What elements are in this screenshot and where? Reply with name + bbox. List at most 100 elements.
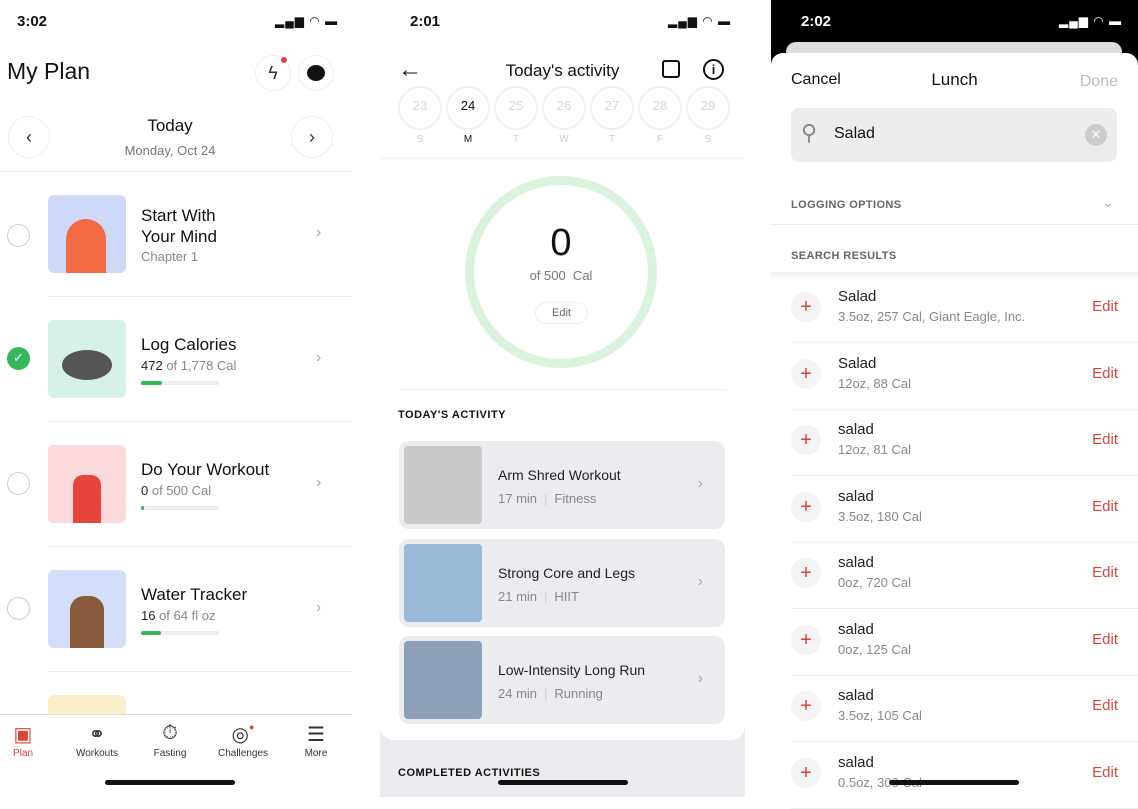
stopwatch-icon: ⏱: [162, 722, 178, 744]
plan-item-water[interactable]: Water Tracker 16 of 64 fl oz ›: [0, 547, 352, 672]
food-name: salad: [838, 487, 874, 505]
search-result[interactable]: + salad 0oz, 720 Cal Edit: [771, 543, 1138, 609]
search-result[interactable]: + salad 0oz, 125 Cal Edit: [771, 610, 1138, 676]
activity-thumbnail: [404, 543, 482, 622]
calendar-icon[interactable]: [662, 60, 680, 78]
edit-button[interactable]: Edit: [1092, 498, 1118, 515]
activity-card[interactable]: Arm Shred Workout 17 min | Fitness ›: [399, 441, 725, 529]
activity-type: Running: [554, 686, 603, 701]
search-result[interactable]: + salad 3.5oz, 180 Cal Edit: [771, 477, 1138, 543]
plus-icon[interactable]: +: [791, 358, 821, 389]
item-subtitle: Chapter 1: [141, 249, 199, 264]
day-24[interactable]: 24: [446, 86, 490, 130]
tab-workouts[interactable]: ⚭ Workouts: [60, 722, 134, 759]
plan-item-workout[interactable]: Do Your Workout 0 of 500 Cal ›: [0, 422, 352, 547]
checkbox[interactable]: [7, 472, 30, 495]
plus-icon[interactable]: +: [791, 491, 821, 522]
item-subtitle: of 1,778 Cal: [162, 358, 237, 373]
day-27[interactable]: 27: [590, 86, 634, 130]
checkbox[interactable]: [7, 224, 30, 247]
plus-icon[interactable]: +: [791, 757, 821, 788]
chevron-down-icon[interactable]: ⌄: [1102, 194, 1114, 211]
lightning-button[interactable]: ϟ: [255, 55, 291, 91]
food-detail: 3.5oz, 257 Cal, Giant Eagle, Inc.: [838, 309, 1026, 324]
date-title: Today: [147, 116, 193, 135]
clear-icon[interactable]: ✕: [1085, 124, 1107, 146]
edit-button[interactable]: Edit: [1092, 564, 1118, 581]
activity-card[interactable]: Low-Intensity Long Run 24 min | Running ›: [399, 636, 725, 724]
day-28[interactable]: 28: [638, 86, 682, 130]
food-name: salad: [838, 687, 874, 704]
ring-value: 0: [550, 222, 572, 264]
my-plan-screen: 3:02 ▂▄▆ ◠ ▬ My Plan ϟ ‹ › Today Monday,…: [0, 0, 380, 797]
tab-label: Plan: [12, 748, 33, 759]
search-input[interactable]: ⚲ Salad ✕: [791, 108, 1117, 162]
progress-bar: [141, 631, 219, 635]
done-button[interactable]: Done: [1080, 73, 1118, 91]
workout-thumbnail: [48, 445, 126, 523]
plus-icon[interactable]: +: [791, 425, 821, 455]
edit-goal-button[interactable]: Edit: [535, 302, 588, 324]
plan-item-calories[interactable]: ✓ Log Calories 472 of 1,778 Cal ›: [0, 297, 352, 422]
edit-button[interactable]: Edit: [1092, 431, 1118, 448]
food-name: Salad: [838, 354, 877, 372]
weekday-label: M: [463, 134, 473, 145]
search-result[interactable]: + salad 12oz, 81 Cal Edit: [771, 410, 1138, 476]
chevron-right-icon: ›: [697, 572, 703, 590]
edit-button[interactable]: Edit: [1092, 697, 1118, 714]
water-thumbnail: [48, 570, 126, 648]
day-29[interactable]: 29: [686, 86, 730, 130]
page-title: My Plan: [7, 58, 91, 84]
page-title: Today's activity: [505, 61, 620, 80]
info-icon[interactable]: i: [703, 59, 724, 80]
day-25[interactable]: 25: [494, 86, 538, 130]
chevron-right-icon: ›: [316, 224, 322, 241]
search-result[interactable]: + salad 3.5oz, 105 Cal Edit: [771, 676, 1138, 742]
back-button[interactable]: ←: [398, 56, 422, 84]
tab-label: Fasting: [153, 748, 187, 759]
activity-type: HIIT: [554, 588, 579, 604]
food-name: salad: [838, 620, 874, 638]
day-26[interactable]: 26: [542, 86, 586, 130]
tab-label: Workouts: [75, 748, 119, 759]
chat-icon: [307, 65, 325, 81]
search-result[interactable]: + Salad 12oz, 88 Cal Edit: [771, 344, 1138, 410]
plan-item-mind[interactable]: Start With Your Mind Chapter 1 ›: [0, 172, 352, 297]
checkbox[interactable]: [7, 597, 30, 620]
chat-button[interactable]: [298, 55, 334, 91]
item-title: Do Your Workout: [141, 460, 270, 479]
food-detail: 0oz, 125 Cal: [838, 641, 911, 657]
search-results-heading: SEARCH RESULTS: [791, 250, 897, 262]
chevron-right-icon: ›: [316, 474, 322, 491]
item-title-line2: Your Mind: [141, 227, 217, 246]
progress-bar: [141, 506, 219, 510]
home-indicator: [105, 780, 235, 785]
search-result[interactable]: + Salad 3.5oz, 257 Cal, Giant Eagle, Inc. E…: [771, 277, 1138, 343]
calories-thumbnail: [48, 320, 126, 398]
lightning-icon: ϟ: [268, 62, 278, 83]
plus-icon[interactable]: +: [791, 558, 821, 588]
plus-icon[interactable]: +: [791, 624, 821, 655]
tab-fasting[interactable]: ⏱ Fasting: [133, 722, 207, 759]
day-23[interactable]: 23: [398, 86, 442, 130]
search-icon: ⚲: [801, 120, 818, 145]
plus-icon[interactable]: +: [791, 691, 821, 721]
edit-button[interactable]: Edit: [1092, 298, 1118, 315]
divider: [771, 224, 1138, 225]
search-result[interactable]: + salad 0.5oz, 300 Cal Edit: [771, 743, 1138, 809]
target-icon: ◎●: [231, 722, 255, 746]
edit-button[interactable]: Edit: [1092, 365, 1118, 382]
plus-icon[interactable]: +: [791, 292, 821, 322]
tab-challenges[interactable]: ◎● Challenges: [206, 722, 280, 759]
food-detail: 12oz, 81 Cal: [838, 442, 911, 457]
logging-options-toggle[interactable]: LOGGING OPTIONS: [791, 199, 902, 211]
tab-plan[interactable]: ▣ Plan: [0, 722, 60, 759]
progress-bar: [141, 381, 219, 385]
edit-button[interactable]: Edit: [1092, 631, 1118, 648]
food-detail: 12oz, 88 Cal: [838, 375, 911, 391]
weekday-label: W: [559, 134, 569, 145]
activity-card[interactable]: Strong Core and Legs 21 min | HIIT ›: [399, 538, 725, 627]
tab-more[interactable]: ☰ More: [279, 722, 353, 759]
edit-button[interactable]: Edit: [1092, 764, 1118, 781]
check-icon[interactable]: ✓: [7, 347, 30, 370]
